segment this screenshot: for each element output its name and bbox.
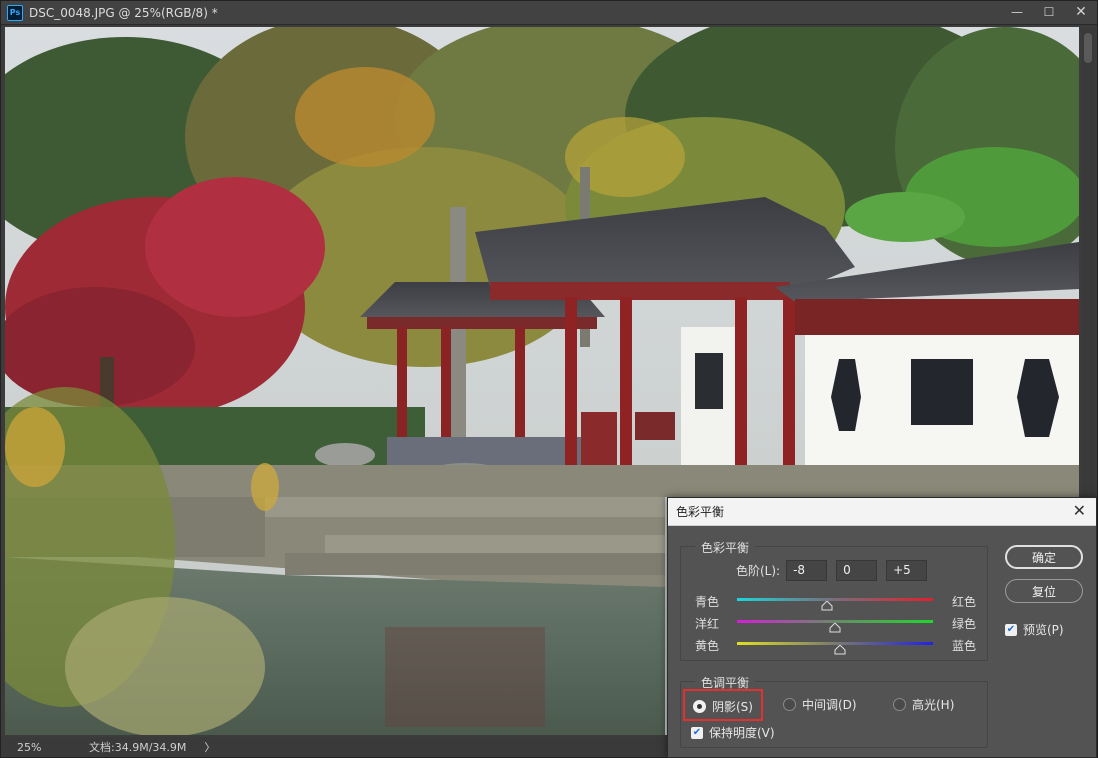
shadows-label: 阴影(S) bbox=[712, 700, 753, 714]
tone-balance-group: 色调平衡 阴影(S) 中间调(D) 高光(H) ✔ 保持明度(V) bbox=[680, 674, 988, 748]
preserve-luminosity-checkbox[interactable]: ✔ 保持明度(V) bbox=[691, 724, 775, 741]
slider-label-magenta: 洋红 bbox=[695, 617, 720, 631]
document-title: DSC_0048.JPG @ 25%(RGB/8) * bbox=[29, 5, 218, 20]
slider-label-cyan: 青色 bbox=[695, 595, 720, 609]
slider-thumb-icon bbox=[829, 623, 841, 633]
slider-thumb-icon bbox=[834, 645, 846, 655]
highlights-label: 高光(H) bbox=[912, 698, 955, 712]
checkmark-icon[interactable]: ✔ bbox=[1005, 623, 1017, 636]
midtones-radio[interactable]: 中间调(D) bbox=[783, 696, 857, 713]
dialog-titlebar[interactable]: 色彩平衡 ✕ bbox=[668, 498, 1096, 526]
reset-button[interactable]: 复位 bbox=[1005, 579, 1083, 603]
shadows-highlight-box: 阴影(S) bbox=[683, 689, 763, 721]
maximize-button[interactable]: ☐ bbox=[1033, 1, 1065, 23]
shadows-radio[interactable]: 阴影(S) bbox=[693, 698, 753, 715]
radio-button[interactable] bbox=[783, 698, 796, 711]
levels-row: 色阶(L): -8 0 +5 bbox=[736, 560, 936, 581]
level-magenta-green-input[interactable]: 0 bbox=[836, 560, 878, 581]
color-balance-group: 色彩平衡 色阶(L): -8 0 +5 青色 红色 洋红 绿色 黄色 蓝色 bbox=[680, 539, 989, 661]
color-balance-group-label: 色彩平衡 bbox=[695, 539, 756, 556]
level-yellow-blue-input[interactable]: +5 bbox=[886, 560, 928, 581]
levels-label: 色阶(L): bbox=[736, 564, 781, 578]
slider-row-yellow-blue: 黄色 蓝色 bbox=[681, 635, 989, 655]
zoom-level[interactable]: 25% bbox=[1, 741, 49, 754]
ok-button[interactable]: 确定 bbox=[1005, 545, 1083, 569]
dialog-close-icon[interactable]: ✕ bbox=[1073, 503, 1086, 519]
close-button[interactable]: ✕ bbox=[1065, 1, 1097, 23]
color-balance-dialog: 色彩平衡 ✕ 色彩平衡 色阶(L): -8 0 +5 青色 红色 洋红 绿色 黄… bbox=[667, 497, 1097, 758]
photoshop-icon: Ps bbox=[7, 4, 23, 21]
highlights-radio[interactable]: 高光(H) bbox=[893, 696, 954, 713]
slider-label-red: 红色 bbox=[951, 595, 976, 609]
midtones-label: 中间调(D) bbox=[802, 698, 857, 712]
slider-label-blue: 蓝色 bbox=[951, 639, 976, 653]
slider-label-green: 绿色 bbox=[951, 617, 976, 631]
slider-row-magenta-green: 洋红 绿色 bbox=[681, 613, 989, 633]
radio-button[interactable] bbox=[693, 700, 706, 713]
window-controls: — ☐ ✕ bbox=[1001, 1, 1097, 23]
slider-row-cyan-red: 青色 红色 bbox=[681, 591, 989, 611]
cyan-red-slider[interactable] bbox=[737, 598, 933, 601]
slider-thumb-icon bbox=[821, 601, 833, 611]
scrollbar-thumb[interactable] bbox=[1084, 33, 1092, 63]
slider-label-yellow: 黄色 bbox=[695, 639, 720, 653]
minimize-button[interactable]: — bbox=[1001, 1, 1033, 23]
level-cyan-red-input[interactable]: -8 bbox=[786, 560, 828, 581]
radio-button[interactable] bbox=[893, 698, 906, 711]
status-menu-arrow-icon[interactable]: 〉 bbox=[204, 739, 215, 755]
dialog-title: 色彩平衡 bbox=[676, 505, 725, 519]
preserve-luminosity-label: 保持明度(V) bbox=[709, 726, 775, 740]
document-size: 文档:34.9M/34.9M bbox=[89, 741, 187, 754]
checkmark-icon[interactable]: ✔ bbox=[691, 726, 703, 739]
preview-label: 预览(P) bbox=[1023, 623, 1064, 637]
document-titlebar[interactable]: Ps DSC_0048.JPG @ 25%(RGB/8) * — ☐ ✕ bbox=[1, 1, 1097, 25]
preview-checkbox[interactable]: ✔ 预览(P) bbox=[1005, 621, 1064, 638]
status-bar: 25% 文档:34.9M/34.9M 〉 bbox=[1, 737, 669, 757]
